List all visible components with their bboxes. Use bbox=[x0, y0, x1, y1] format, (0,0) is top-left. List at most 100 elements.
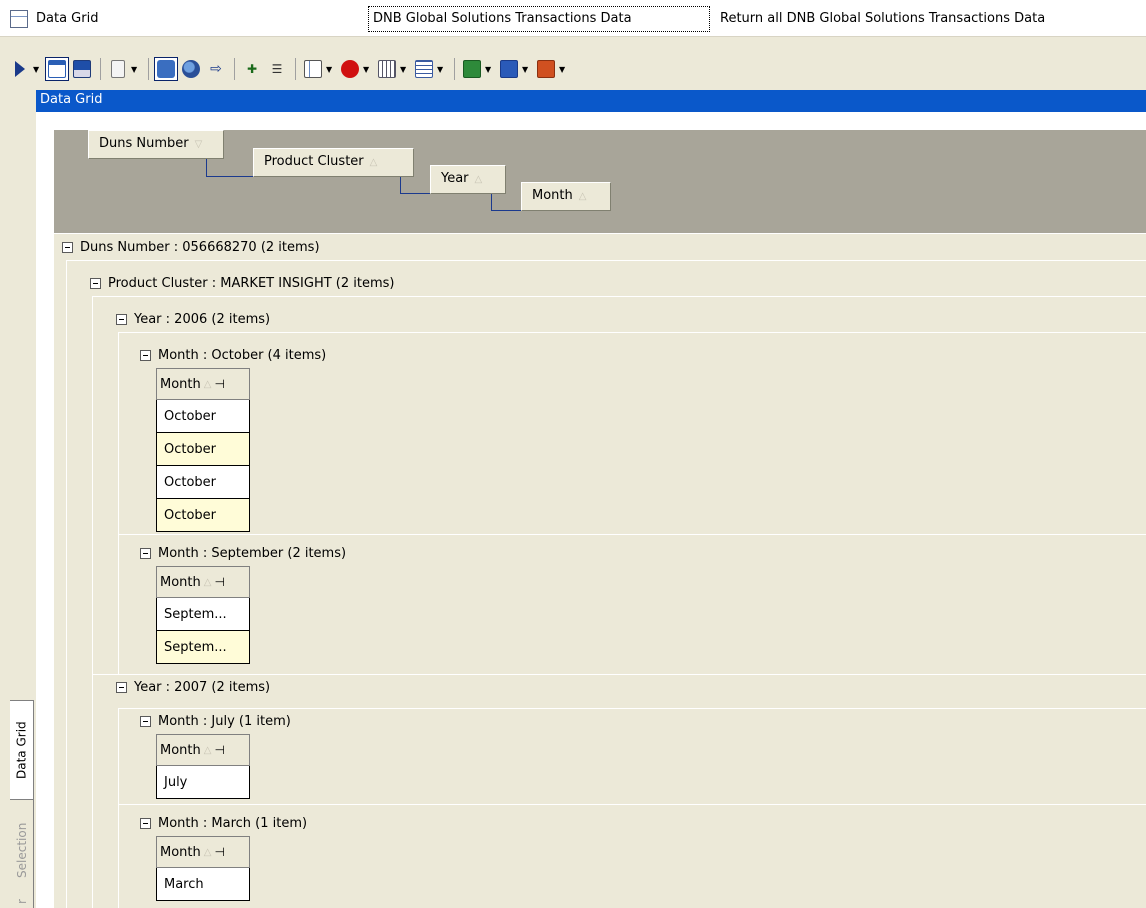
collapse-icon[interactable] bbox=[140, 817, 151, 829]
collapse-icon[interactable] bbox=[140, 349, 151, 361]
query-description: Return all DNB Global Solutions Transact… bbox=[720, 11, 1046, 26]
table-row[interactable]: Septem... bbox=[156, 598, 250, 631]
column-header-month[interactable]: Month △ ⊣ bbox=[156, 734, 250, 766]
group-row-label: Month : October (4 items) bbox=[158, 347, 327, 363]
table-row[interactable]: October bbox=[156, 466, 250, 499]
group-row-year-2006[interactable]: Year : 2006 (2 items) bbox=[116, 306, 270, 332]
pin-icon[interactable]: ⊣ bbox=[214, 377, 224, 391]
toolbar-separator bbox=[454, 58, 455, 80]
data-grid-icon bbox=[10, 10, 28, 28]
sort-asc-icon: △ bbox=[203, 576, 212, 588]
query-tab[interactable]: DNB Global Solutions Transactions Data bbox=[368, 6, 710, 32]
column-header-label: Month bbox=[160, 844, 201, 860]
group-row-year-2007[interactable]: Year : 2007 (2 items) bbox=[116, 674, 270, 700]
table-row[interactable]: October bbox=[156, 400, 250, 433]
group-row-month-september[interactable]: Month : September (2 items) bbox=[140, 540, 346, 566]
dropdown-arrow-icon[interactable]: ▼ bbox=[326, 65, 334, 74]
group-chip-label: Year bbox=[441, 171, 469, 186]
mini-grid-october: Month △ ⊣ October October October October bbox=[156, 368, 250, 532]
word-icon[interactable] bbox=[497, 57, 521, 81]
clipboard-icon[interactable] bbox=[106, 57, 130, 81]
tab-filter-partial[interactable]: r bbox=[10, 896, 34, 908]
lock-icon[interactable] bbox=[154, 57, 178, 81]
group-chip-label: Month bbox=[532, 188, 573, 203]
group-chip-product-cluster[interactable]: Product Cluster △ bbox=[253, 148, 414, 177]
group-connector bbox=[491, 193, 521, 211]
collapse-icon[interactable] bbox=[62, 241, 73, 253]
group-row-label: Month : September (2 items) bbox=[158, 545, 347, 561]
column-header-month[interactable]: Month △ ⊣ bbox=[156, 836, 250, 868]
dropdown-arrow-icon[interactable]: ▼ bbox=[33, 65, 41, 74]
new-window-icon[interactable] bbox=[45, 57, 69, 81]
group-connector bbox=[400, 176, 430, 194]
group-row-duns[interactable]: Duns Number : 056668270 (2 items) bbox=[62, 234, 320, 260]
pin-icon[interactable]: ⊣ bbox=[214, 845, 224, 859]
table-row[interactable]: Septem... bbox=[156, 631, 250, 664]
column-header-label: Month bbox=[160, 574, 201, 590]
group-chip-label: Duns Number bbox=[99, 136, 189, 151]
sort-asc-icon: △ bbox=[369, 157, 378, 168]
dropdown-arrow-icon[interactable]: ▼ bbox=[559, 65, 567, 74]
collapse-icon[interactable] bbox=[90, 277, 101, 289]
data-grid-panel: Data Grid Duns Number ▽ Product Cluster △ … bbox=[36, 90, 1146, 908]
grouped-rows: Duns Number : 056668270 (2 items) Produc… bbox=[54, 234, 1146, 908]
group-row-month-october[interactable]: Month : October (4 items) bbox=[140, 342, 326, 368]
sort-asc-icon: △ bbox=[203, 744, 212, 756]
dropdown-arrow-icon[interactable]: ▼ bbox=[363, 65, 371, 74]
table-row[interactable]: July bbox=[156, 766, 250, 799]
dropdown-arrow-icon[interactable]: ▼ bbox=[522, 65, 530, 74]
column-header-label: Month bbox=[160, 376, 201, 392]
add-column-icon[interactable]: ✚ bbox=[240, 57, 264, 81]
left-sidebar: Data Grid Selection r bbox=[0, 90, 40, 908]
column-header-label: Month bbox=[160, 742, 201, 758]
pin-icon[interactable]: ⊣ bbox=[214, 575, 224, 589]
group-chip-label: Product Cluster bbox=[264, 154, 364, 169]
toolbar-separator bbox=[100, 58, 101, 80]
mini-grid-march: Month △ ⊣ March bbox=[156, 836, 250, 901]
column-header-month[interactable]: Month △ ⊣ bbox=[156, 566, 250, 598]
group-connector bbox=[206, 159, 253, 177]
collapse-icon[interactable] bbox=[140, 547, 151, 559]
group-row-label: Month : March (1 item) bbox=[158, 815, 308, 831]
collapse-icon[interactable] bbox=[140, 715, 151, 727]
dropdown-arrow-icon[interactable]: ▼ bbox=[131, 65, 139, 74]
save-icon[interactable] bbox=[70, 57, 94, 81]
side-tab-strip: Data Grid Selection r bbox=[10, 700, 34, 908]
group-chip-year[interactable]: Year △ bbox=[430, 165, 506, 194]
mini-grid-july: Month △ ⊣ July bbox=[156, 734, 250, 799]
play-icon[interactable] bbox=[8, 57, 32, 81]
sort-asc-icon: △ bbox=[578, 191, 587, 202]
grid-options-icon[interactable] bbox=[301, 57, 325, 81]
collapse-icon[interactable] bbox=[116, 681, 127, 693]
columns-icon[interactable] bbox=[375, 57, 399, 81]
group-row-label: Month : July (1 item) bbox=[158, 713, 291, 729]
dropdown-arrow-icon[interactable]: ▼ bbox=[437, 65, 445, 74]
group-chip-month[interactable]: Month △ bbox=[521, 182, 611, 211]
table-row[interactable]: October bbox=[156, 433, 250, 466]
export-arrow-icon[interactable]: ⇨ bbox=[204, 57, 228, 81]
toolbar-separator bbox=[234, 58, 235, 80]
table-row[interactable]: October bbox=[156, 499, 250, 532]
excel-icon[interactable] bbox=[460, 57, 484, 81]
stop-icon[interactable] bbox=[338, 57, 362, 81]
group-row-label: Year : 2006 (2 items) bbox=[134, 311, 271, 327]
binoculars-icon[interactable] bbox=[179, 57, 203, 81]
column-header-month[interactable]: Month △ ⊣ bbox=[156, 368, 250, 400]
tab-data-grid[interactable]: Data Grid bbox=[10, 700, 34, 800]
sort-asc-icon: △ bbox=[474, 174, 483, 185]
table-icon[interactable] bbox=[412, 57, 436, 81]
sort-asc-icon: △ bbox=[203, 378, 212, 390]
group-row-cluster[interactable]: Product Cluster : MARKET INSIGHT (2 item… bbox=[90, 270, 395, 296]
group-by-area: Duns Number ▽ Product Cluster △ Year △ Mont… bbox=[54, 130, 1146, 234]
group-row-month-july[interactable]: Month : July (1 item) bbox=[140, 708, 291, 734]
dropdown-arrow-icon[interactable]: ▼ bbox=[485, 65, 493, 74]
tab-selection[interactable]: Selection bbox=[10, 810, 34, 890]
remove-column-icon[interactable]: ☰ bbox=[265, 57, 289, 81]
pin-icon[interactable]: ⊣ bbox=[214, 743, 224, 757]
report-icon[interactable] bbox=[534, 57, 558, 81]
dropdown-arrow-icon[interactable]: ▼ bbox=[400, 65, 408, 74]
collapse-icon[interactable] bbox=[116, 313, 127, 325]
group-chip-duns-number[interactable]: Duns Number ▽ bbox=[88, 130, 224, 159]
table-row[interactable]: March bbox=[156, 868, 250, 901]
group-row-month-march[interactable]: Month : March (1 item) bbox=[140, 810, 307, 836]
